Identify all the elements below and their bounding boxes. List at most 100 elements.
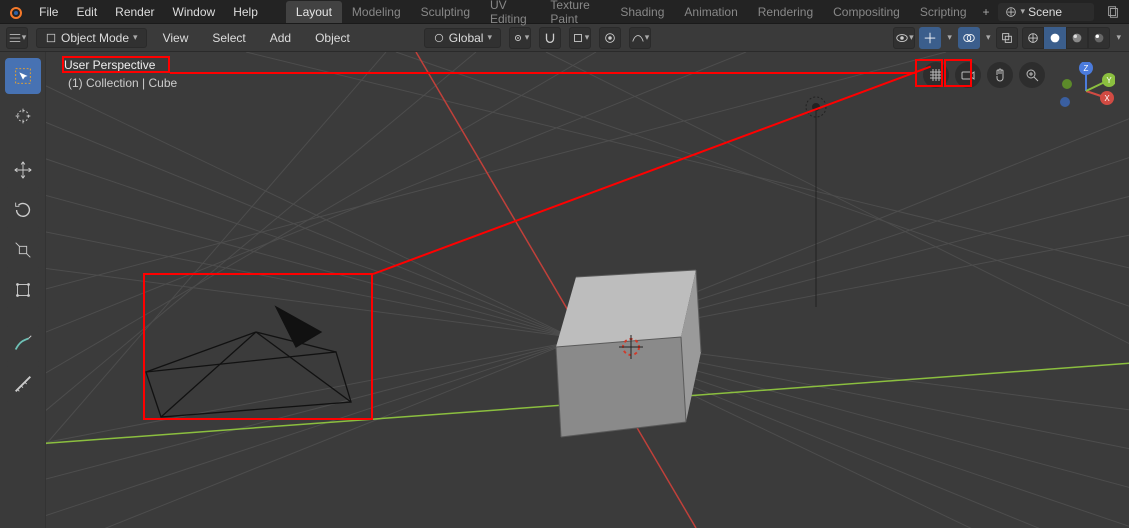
3d-viewport[interactable]: User Perspective (1) Collection | Cube	[46, 52, 1129, 528]
add-workspace-button[interactable]: +	[977, 5, 996, 19]
toggle-camera-view-button[interactable]	[955, 62, 981, 88]
scene-name-input[interactable]	[1028, 5, 1088, 19]
tab-modeling[interactable]: Modeling	[342, 1, 411, 23]
chevron-down-icon[interactable]: ▾	[984, 32, 993, 43]
editor-type-button[interactable]: ▾	[6, 27, 28, 49]
scene-icon	[1004, 5, 1018, 19]
tab-texture-paint[interactable]: Texture Paint	[540, 0, 610, 30]
pan-view-button[interactable]	[987, 62, 1013, 88]
chevron-down-icon: ▾	[133, 32, 138, 43]
tab-compositing[interactable]: Compositing	[823, 1, 910, 23]
orientation-label: Global	[449, 31, 484, 45]
orientation-dropdown[interactable]: Global ▾	[424, 28, 501, 48]
scene-browse-icon[interactable]: ▾	[1021, 6, 1026, 17]
tool-transform[interactable]	[5, 272, 41, 308]
overlay-toggle-button[interactable]	[958, 27, 980, 49]
shading-material-button[interactable]	[1066, 27, 1088, 49]
tab-animation[interactable]: Animation	[674, 1, 747, 23]
zoom-view-button[interactable]	[1019, 62, 1045, 88]
pivot-icon	[511, 31, 525, 45]
light-object[interactable]	[806, 97, 826, 307]
svg-text:Y: Y	[1106, 76, 1112, 85]
chevron-down-icon: ▾	[645, 32, 650, 43]
tool-measure[interactable]	[5, 366, 41, 402]
toggle-quad-view-button[interactable]	[923, 62, 949, 88]
shading-wireframe-button[interactable]	[1022, 27, 1044, 49]
chevron-down-icon[interactable]: ▾	[945, 32, 954, 43]
cube-object[interactable]	[556, 270, 701, 437]
move-icon	[12, 159, 34, 181]
menu-file[interactable]: File	[31, 2, 66, 22]
falloff-icon	[631, 31, 645, 45]
axis-navigation-gizmo[interactable]: Z X Y	[1057, 62, 1115, 120]
chevron-down-icon: ▾	[909, 32, 914, 43]
solid-icon	[1048, 31, 1062, 45]
tool-shelf	[0, 52, 46, 528]
transform-icon	[12, 279, 34, 301]
shading-rendered-button[interactable]	[1088, 27, 1110, 49]
select-box-icon	[12, 65, 34, 87]
new-scene-button[interactable]	[1102, 1, 1123, 23]
mode-dropdown[interactable]: Object Mode ▾	[36, 28, 147, 48]
chevron-down-icon: ▾	[525, 32, 530, 43]
object-mode-icon	[45, 32, 57, 44]
menu-view[interactable]: View	[155, 28, 197, 48]
tab-shading[interactable]: Shading	[610, 1, 674, 23]
viewport-scene	[46, 52, 1129, 528]
scale-icon	[12, 239, 34, 261]
zoom-icon	[1024, 67, 1040, 83]
tool-scale[interactable]	[5, 232, 41, 268]
mode-label: Object Mode	[61, 31, 129, 45]
annotate-icon	[12, 333, 34, 355]
tab-scripting[interactable]: Scripting	[910, 1, 977, 23]
proportional-falloff-button[interactable]: ▾	[629, 27, 651, 49]
snap-button[interactable]	[539, 27, 561, 49]
menu-add[interactable]: Add	[262, 28, 299, 48]
camera-icon	[960, 67, 976, 83]
tool-rotate[interactable]	[5, 192, 41, 228]
tab-layout[interactable]: Layout	[286, 1, 342, 23]
gizmo-toggle-button[interactable]	[919, 27, 941, 49]
viewport-nav-gizmos: Z X Y	[923, 62, 1115, 120]
tab-uv-editing[interactable]: UV Editing	[480, 0, 540, 30]
scene-selector[interactable]: ▾	[998, 3, 1095, 21]
tab-rendering[interactable]: Rendering	[748, 1, 823, 23]
snap-options-button[interactable]: ▾	[569, 27, 591, 49]
hand-icon	[992, 67, 1008, 83]
material-icon	[1070, 31, 1084, 45]
chevron-down-icon: ▾	[22, 32, 27, 43]
collection-label: (1) Collection | Cube	[64, 76, 177, 90]
tool-cursor[interactable]	[5, 98, 41, 134]
menu-window[interactable]: Window	[165, 2, 224, 22]
layers-icon	[1106, 5, 1120, 19]
rotate-icon	[12, 199, 34, 221]
visibility-button[interactable]: ▾	[893, 27, 915, 49]
top-menubar: File Edit Render Window Help Layout Mode…	[0, 0, 1129, 24]
menu-render[interactable]: Render	[107, 2, 162, 22]
wireframe-icon	[1026, 31, 1040, 45]
gizmo-icon	[923, 31, 937, 45]
pivot-button[interactable]: ▾	[509, 27, 531, 49]
menu-object[interactable]: Object	[307, 28, 358, 48]
snap-target-icon	[571, 31, 585, 45]
camera-object[interactable]	[146, 307, 351, 417]
workspace-tabs: Layout Modeling Sculpting UV Editing Tex…	[286, 0, 996, 30]
tool-select-box[interactable]	[5, 58, 41, 94]
grid-icon	[8, 31, 22, 45]
orientation-icon	[433, 32, 445, 44]
xray-toggle-button[interactable]	[996, 27, 1018, 49]
chevron-down-icon[interactable]: ▾	[1114, 32, 1123, 43]
tool-move[interactable]	[5, 152, 41, 188]
menu-edit[interactable]: Edit	[68, 2, 105, 22]
tool-annotate[interactable]	[5, 326, 41, 362]
viewport-header: ▾ Object Mode ▾ View Select Add Object G…	[0, 24, 1129, 52]
chevron-down-icon: ▾	[487, 32, 492, 43]
menu-select[interactable]: Select	[204, 28, 253, 48]
viewport-info-overlay: User Perspective (1) Collection | Cube	[64, 58, 177, 90]
shading-solid-button[interactable]	[1044, 27, 1066, 49]
menu-help[interactable]: Help	[225, 2, 266, 22]
proportional-button[interactable]	[599, 27, 621, 49]
tab-sculpting[interactable]: Sculpting	[411, 1, 480, 23]
chevron-down-icon: ▾	[585, 32, 590, 43]
rendered-icon	[1092, 31, 1106, 45]
